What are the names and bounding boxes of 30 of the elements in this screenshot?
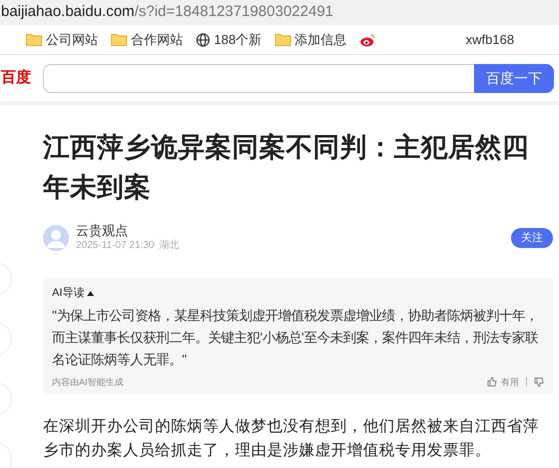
- publish-date: 2025-11-07 21:30: [76, 239, 154, 253]
- bookmark-label: 公司网站: [46, 30, 98, 49]
- bookmark-item[interactable]: xwfb168: [466, 30, 514, 50]
- article-paragraph: 在深圳开办公司的陈炳等人做梦也没有想到，他们居然被来自江西省萍乡市的办案人员给抓走了，理由是涉嫌虚开增值税专用发票罪。: [43, 417, 540, 461]
- bookmark-item[interactable]: 合作网站: [111, 30, 183, 50]
- bookmark-item[interactable]: 公司网站: [26, 30, 98, 50]
- ai-note: 内容由AI智能生成: [52, 376, 124, 388]
- baidu-logo[interactable]: 百度: [1, 66, 43, 90]
- article-title: 江西萍乡诡异案同案不同判：主犯居然四年未到案: [43, 131, 530, 204]
- bookmark-label: 添加信息: [294, 30, 347, 49]
- bookmark-item[interactable]: 添加信息: [274, 30, 347, 50]
- folder-icon: [26, 33, 42, 46]
- thumbs-down-icon[interactable]: [534, 377, 544, 388]
- caret-icon: [87, 290, 94, 296]
- summary-text: "为保上市公司资格，某星科技策划虚开增值税发票虚增业绩，协助者陈炳被判十年，而主谋董事长仅获刑二年。关键主犯'小杨总'至今未到案，案件四年未结，刑法专家联名论证陈炳等人无罪。": [52, 306, 540, 368]
- author-name[interactable]: 云贵观点: [76, 223, 180, 239]
- bookmark-item[interactable]: 188个新: [196, 30, 262, 50]
- folder-icon: [111, 33, 127, 46]
- folder-icon: [274, 33, 291, 46]
- follow-button[interactable]: 关注: [511, 228, 553, 248]
- bookmark-label: 188个新: [214, 30, 262, 49]
- weibo-icon: [360, 32, 376, 46]
- search-field[interactable]: [43, 64, 474, 92]
- location-text: 湖北: [159, 239, 180, 253]
- avatar-icon: [43, 225, 69, 251]
- thumbs-up-icon[interactable]: [487, 377, 497, 388]
- summary-toggle[interactable]: AI导读: [52, 285, 544, 302]
- bookmark-label: 合作网站: [131, 30, 183, 49]
- globe-icon: [196, 32, 210, 46]
- search-button[interactable]: 百度一下: [474, 64, 554, 92]
